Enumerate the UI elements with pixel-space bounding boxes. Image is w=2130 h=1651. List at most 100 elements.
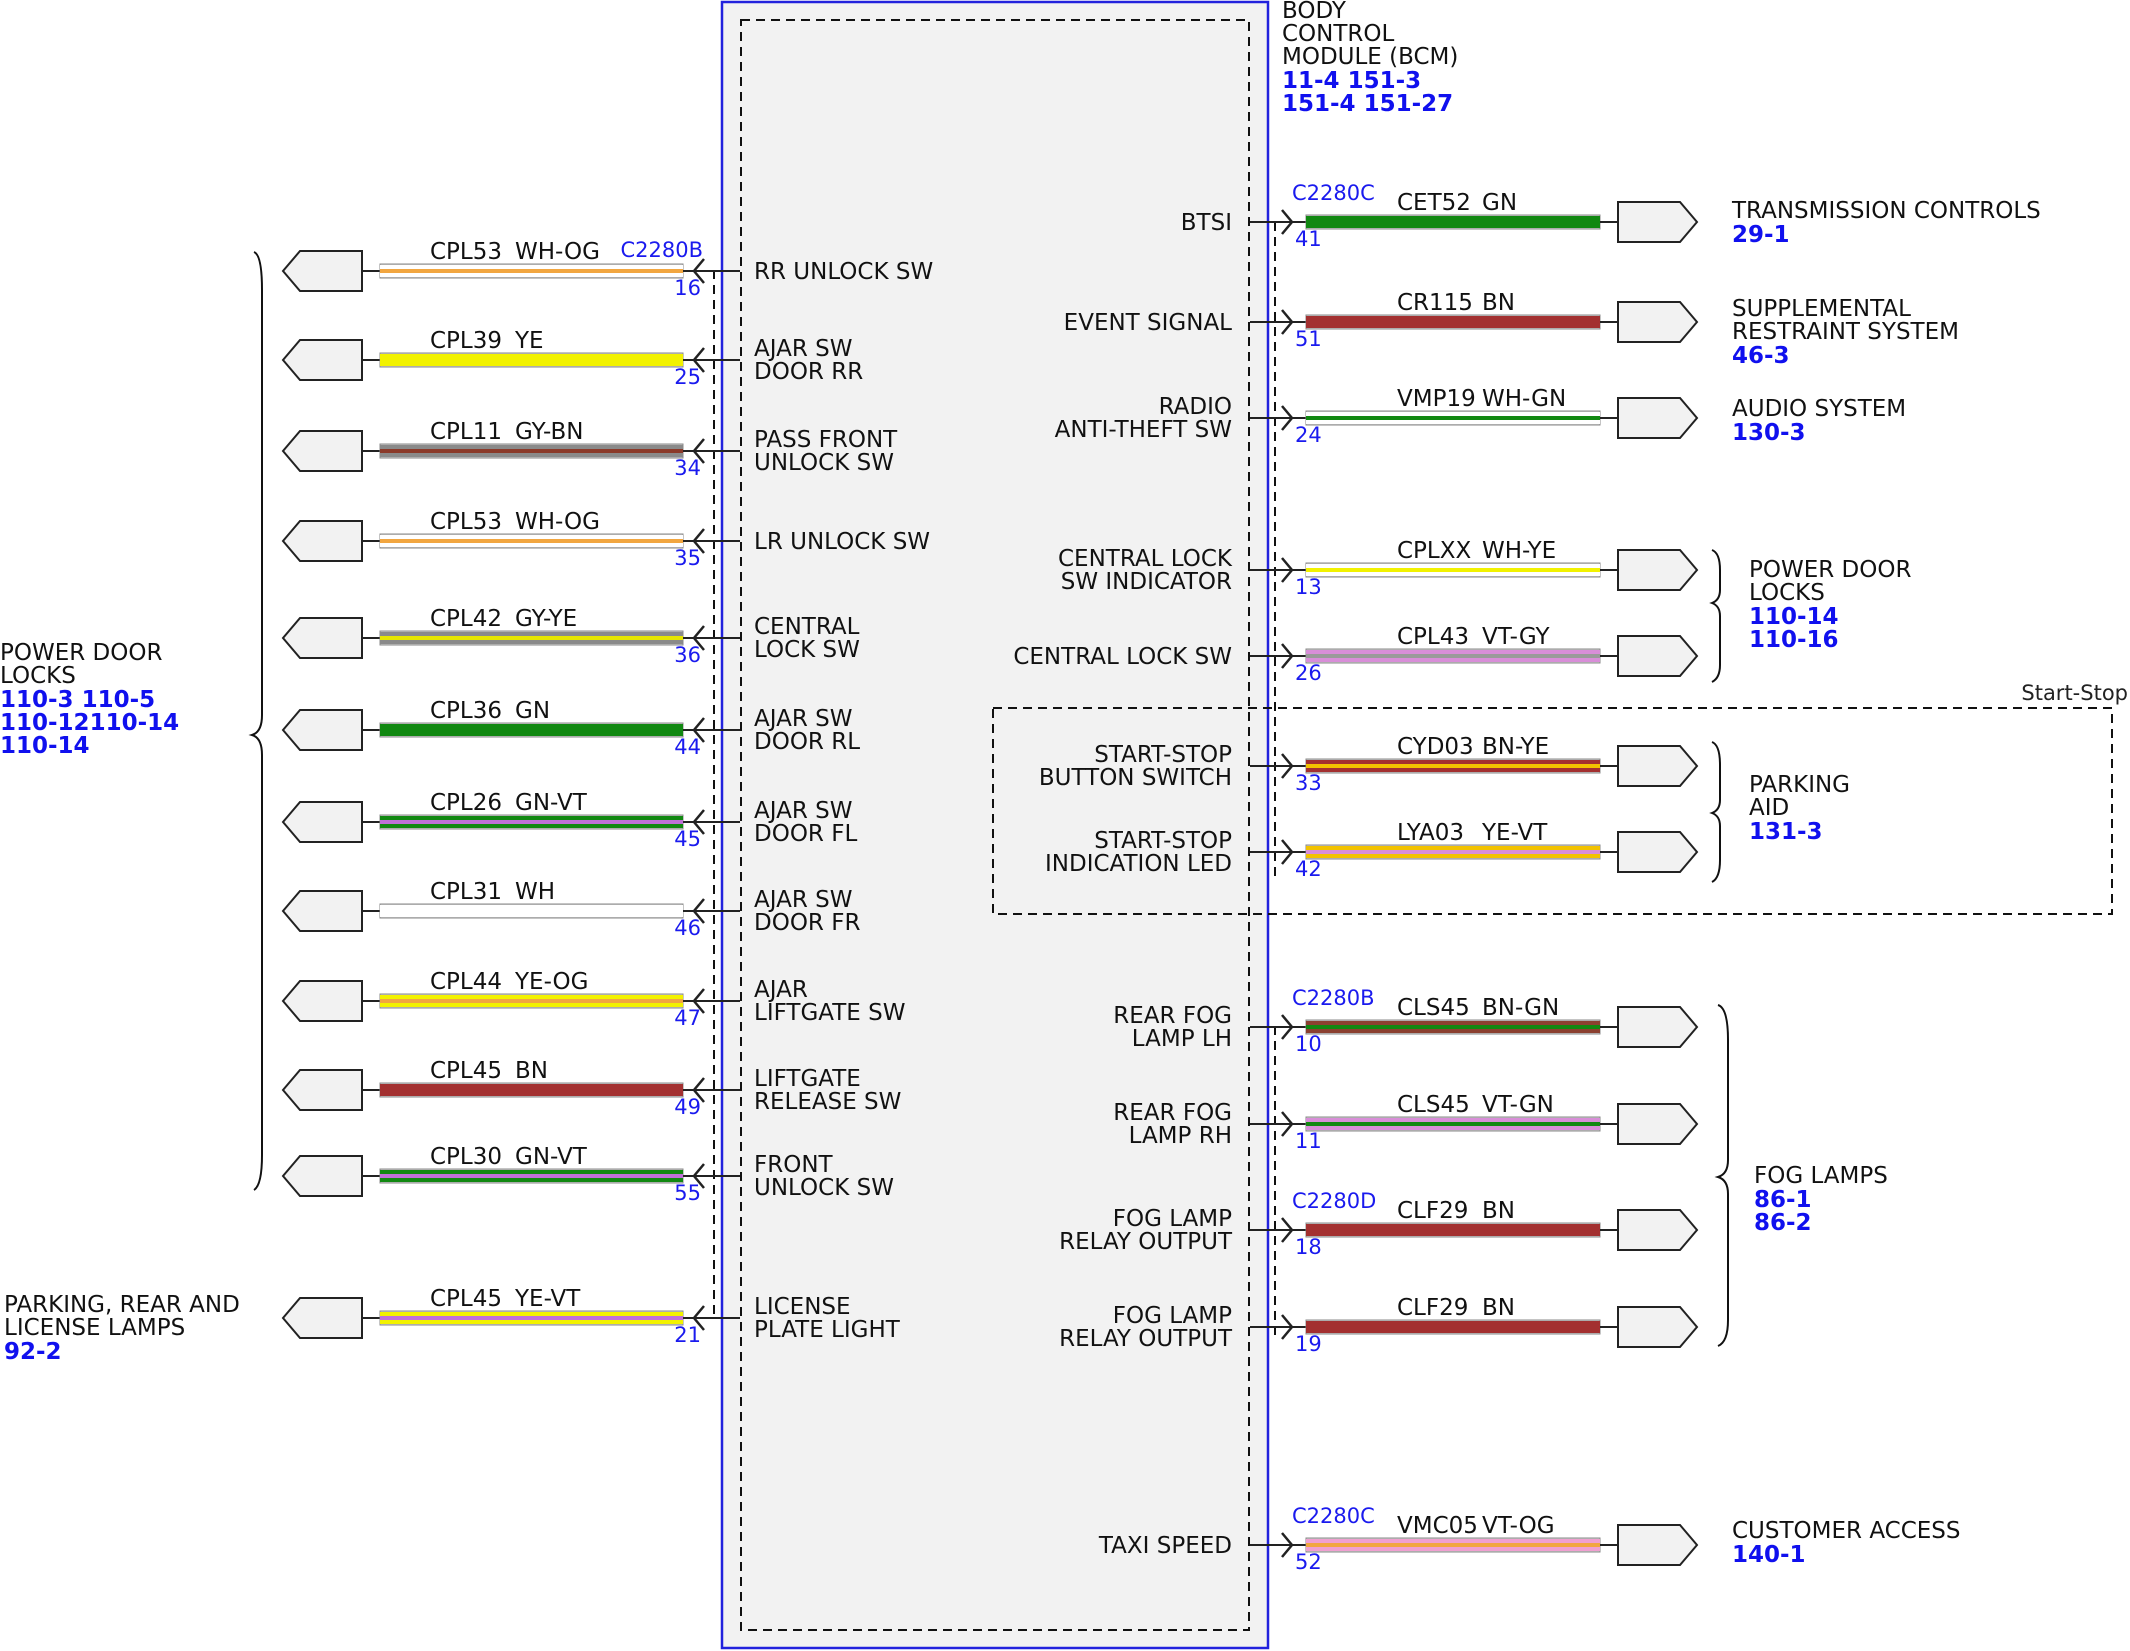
left-circuit-55-function-label-2: UNLOCK SW bbox=[754, 1175, 894, 1201]
right-circuit-41-pin-number: 41 bbox=[1295, 227, 1322, 251]
right-circuit-13-function-label-2: SW INDICATOR bbox=[1061, 569, 1232, 595]
left-circuit-16-pin-number: 16 bbox=[674, 276, 701, 300]
left-circuit-45-wire-stripe bbox=[380, 820, 683, 824]
right-group-locks-ref-2: 110-16 bbox=[1749, 627, 1839, 653]
right-circuit-42-wire-stripe bbox=[1306, 850, 1600, 854]
right-circuit-10-pin-number: 10 bbox=[1295, 1032, 1322, 1056]
left-circuit-49-circuit-id: CPL45 bbox=[430, 1058, 502, 1084]
right-circuit-52-circuit-id: VMC05 bbox=[1397, 1513, 1478, 1539]
left-brace-power-locks bbox=[248, 251, 263, 1191]
right-circuit-52-plug-shape bbox=[1617, 1524, 1699, 1566]
right-circuit-11-pin-number: 11 bbox=[1295, 1129, 1322, 1153]
left-circuit-21-circuit-id: CPL45 bbox=[430, 1286, 502, 1312]
left-circuit-25-wire-body bbox=[380, 354, 683, 366]
left-circuit-45-circuit-id: CPL26 bbox=[430, 790, 502, 816]
right-circuit-11-plug-shape bbox=[1617, 1103, 1699, 1145]
right-circuit-19-pin-number: 19 bbox=[1295, 1332, 1322, 1356]
right-circuit-18-connector-id: C2280D bbox=[1292, 1189, 1376, 1213]
right-circuit-13-circuit-id: CPLXX bbox=[1397, 538, 1471, 564]
left-group-lamps-line-2: LICENSE LAMPS bbox=[4, 1315, 185, 1341]
right-circuit-10-function-label-2: LAMP LH bbox=[1132, 1026, 1232, 1052]
left-circuit-46-color-code: WH bbox=[515, 879, 555, 905]
right-group-parking-line-2: AID bbox=[1749, 795, 1789, 821]
left-circuit-21-plug-shape bbox=[281, 1297, 363, 1339]
left-circuit-45-pin-number: 45 bbox=[674, 827, 701, 851]
right-circuit-33-function-label-2: BUTTON SWITCH bbox=[1039, 765, 1232, 791]
right-group-locks-line-2: LOCKS bbox=[1749, 580, 1825, 606]
right-circuit-51-circuit-id: CR115 bbox=[1397, 290, 1473, 316]
left-circuit-49-color-code: BN bbox=[515, 1058, 548, 1084]
right-group-audio-line-1: AUDIO SYSTEM bbox=[1732, 396, 1906, 422]
left-circuit-47-pin-number: 47 bbox=[674, 1006, 701, 1030]
left-circuit-49-plug-shape bbox=[281, 1069, 363, 1111]
right-circuit-13-wire-stripe bbox=[1306, 568, 1600, 572]
right-group-transmission-ref-1: 29-1 bbox=[1732, 222, 1790, 248]
right-circuit-26-plug-shape bbox=[1617, 635, 1699, 677]
right-circuit-18-pin-number: 18 bbox=[1295, 1235, 1322, 1259]
left-circuit-46-pin-number: 46 bbox=[674, 916, 701, 940]
left-circuit-44-pin-number: 44 bbox=[674, 735, 701, 759]
right-circuit-42-color-code: YE-VT bbox=[1481, 820, 1548, 846]
right-circuit-13-plug-shape bbox=[1617, 549, 1699, 591]
right-group-fog-line-1: FOG LAMPS bbox=[1754, 1163, 1888, 1189]
right-group-customer-line-1: CUSTOMER ACCESS bbox=[1732, 1518, 1961, 1544]
left-circuit-36-wire-stripe bbox=[380, 636, 683, 640]
right-group-fog-ref-2: 86-2 bbox=[1754, 1210, 1812, 1236]
left-circuit-16-connector-id: C2280B bbox=[620, 238, 703, 262]
right-group-srs-line-2: RESTRAINT SYSTEM bbox=[1732, 319, 1959, 345]
left-circuit-36-pin-number: 36 bbox=[674, 643, 701, 667]
left-circuit-25-circuit-id: CPL39 bbox=[430, 328, 502, 354]
right-circuit-13-pin-number: 13 bbox=[1295, 575, 1322, 599]
left-circuit-47-function-label-2: LIFTGATE SW bbox=[754, 1000, 905, 1026]
left-circuit-45-plug-shape bbox=[281, 801, 363, 843]
right-circuit-51-pin-number: 51 bbox=[1295, 327, 1322, 351]
left-circuit-46-wire-body bbox=[380, 905, 683, 917]
left-circuit-45-color-code: GN-VT bbox=[515, 790, 588, 816]
right-circuit-24-wire-stripe bbox=[1306, 416, 1600, 420]
right-circuit-42-pin-number: 42 bbox=[1295, 857, 1322, 881]
left-circuit-34-color-code: GY-BN bbox=[515, 419, 583, 445]
left-circuit-44-color-code: GN bbox=[515, 698, 550, 724]
left-circuit-55-pin-number: 55 bbox=[674, 1181, 701, 1205]
right-circuit-26-function-label-1: CENTRAL LOCK SW bbox=[1013, 644, 1232, 670]
left-circuit-47-color-code: YE-OG bbox=[514, 969, 588, 995]
right-group-customer-ref-1: 140-1 bbox=[1732, 1542, 1806, 1568]
right-circuit-24-plug-shape bbox=[1617, 397, 1699, 439]
right-circuit-51-color-code: BN bbox=[1482, 290, 1515, 316]
left-circuit-44-plug-shape bbox=[281, 709, 363, 751]
right-circuit-18-color-code: BN bbox=[1482, 1198, 1515, 1224]
right-circuit-19-wire-body bbox=[1306, 1321, 1600, 1333]
right-circuit-33-color-code: BN-YE bbox=[1482, 734, 1549, 760]
left-circuit-34-wire-stripe bbox=[380, 449, 683, 453]
left-circuit-49-function-label-2: RELEASE SW bbox=[754, 1089, 901, 1115]
right-circuit-10-connector-id: C2280B bbox=[1292, 986, 1375, 1010]
left-circuit-21-color-code: YE-VT bbox=[514, 1286, 581, 1312]
right-circuit-33-pin-number: 33 bbox=[1295, 771, 1322, 795]
left-circuit-35-color-code: WH-OG bbox=[515, 509, 600, 535]
right-circuit-26-wire-stripe bbox=[1306, 654, 1600, 658]
module-title-line-3: MODULE (BCM) bbox=[1282, 44, 1458, 70]
left-circuit-47-circuit-id: CPL44 bbox=[430, 969, 502, 995]
right-group-srs-ref-1: 46-3 bbox=[1732, 343, 1790, 369]
right-circuit-33-wire-stripe bbox=[1306, 764, 1600, 768]
left-circuit-35-pin-number: 35 bbox=[674, 546, 701, 570]
right-circuit-41-function-label-1: BTSI bbox=[1181, 210, 1232, 236]
left-circuit-55-plug-shape bbox=[281, 1155, 363, 1197]
left-circuit-34-pin-number: 34 bbox=[674, 456, 701, 480]
right-circuit-10-wire-stripe bbox=[1306, 1025, 1600, 1029]
right-circuit-11-circuit-id: CLS45 bbox=[1397, 1092, 1470, 1118]
left-circuit-49-pin-number: 49 bbox=[674, 1095, 701, 1119]
right-circuit-24-pin-number: 24 bbox=[1295, 423, 1322, 447]
left-circuit-34-circuit-id: CPL11 bbox=[430, 419, 502, 445]
left-circuit-16-wire-stripe bbox=[380, 269, 683, 273]
left-group-lamps-ref-1: 92-2 bbox=[4, 1339, 62, 1365]
right-circuit-41-plug-shape bbox=[1617, 201, 1699, 243]
right-circuit-24-circuit-id: VMP19 bbox=[1397, 386, 1476, 412]
right-circuit-26-circuit-id: CPL43 bbox=[1397, 624, 1469, 650]
right-circuit-11-color-code: VT-GN bbox=[1482, 1092, 1554, 1118]
right-circuit-19-color-code: BN bbox=[1482, 1295, 1515, 1321]
right-circuit-52-connector-id: C2280C bbox=[1292, 1504, 1375, 1528]
left-circuit-46-plug-shape bbox=[281, 890, 363, 932]
right-circuit-11-function-label-2: LAMP RH bbox=[1129, 1123, 1232, 1149]
left-circuit-36-function-label-2: LOCK SW bbox=[754, 637, 860, 663]
